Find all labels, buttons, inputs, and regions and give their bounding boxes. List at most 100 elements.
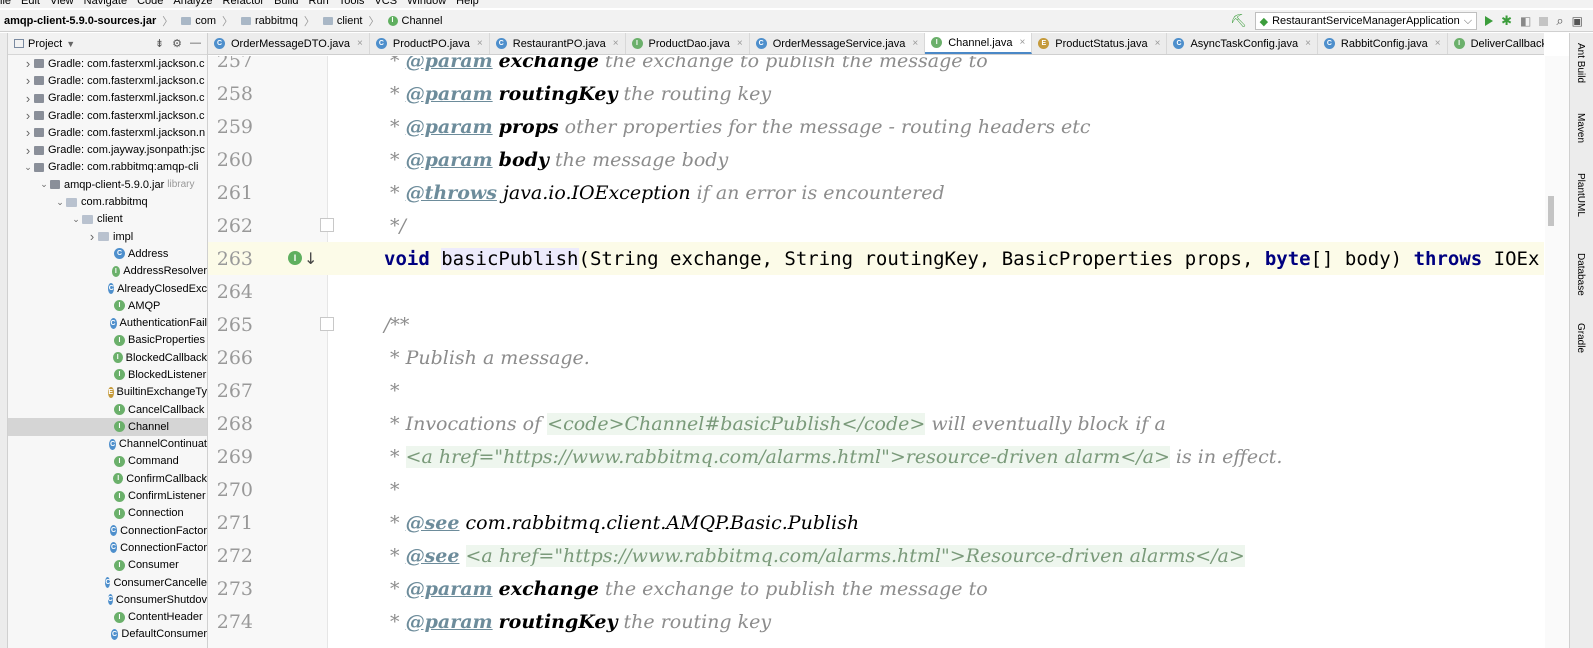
tree-item[interactable]: › Gradle: com.fasterxml.jackson.c — [8, 90, 207, 107]
menu-item-help[interactable]: Help — [456, 0, 479, 8]
code-line[interactable]: 259 * @param props other properties for … — [208, 110, 1544, 143]
tree-item[interactable]: I AMQP — [8, 297, 207, 314]
tree-item[interactable]: I Consumer — [8, 557, 207, 574]
chevron-down-icon[interactable]: ⌄ — [70, 214, 82, 225]
tool-window-database[interactable]: Database — [1575, 253, 1586, 296]
tree-item[interactable]: I ConfirmCallback — [8, 470, 207, 487]
tab-restaurantpo[interactable]: C RestaurantPO.java × — [490, 33, 626, 54]
close-icon[interactable]: × — [1435, 38, 1441, 49]
gear-icon[interactable]: ⚙ — [172, 37, 182, 50]
chevron-right-icon[interactable]: › — [22, 108, 34, 123]
tree-item[interactable]: C AuthenticationFail — [8, 314, 207, 331]
tree-item[interactable]: I BlockedListener — [8, 366, 207, 383]
tree-item[interactable]: ⌄ com.rabbitmq — [8, 193, 207, 210]
tree-item[interactable]: C Address — [8, 245, 207, 262]
chevron-right-icon[interactable]: › — [22, 91, 34, 106]
tree-item[interactable]: › impl — [8, 228, 207, 245]
tree-item[interactable]: ⌄ amqp-client-5.9.0.jar library — [8, 176, 207, 193]
tree-item[interactable]: I CancelCallback — [8, 401, 207, 418]
tree-item[interactable]: C ConsumerCancelle — [8, 574, 207, 591]
tree-item[interactable]: I ContentHeader — [8, 609, 207, 626]
chevron-right-icon[interactable]: › — [86, 229, 98, 244]
close-icon[interactable]: × — [737, 38, 743, 49]
close-icon[interactable]: × — [613, 38, 619, 49]
menu-item-navigate[interactable]: Navigate — [84, 0, 127, 8]
code-line[interactable]: 260 * @param body the message body — [208, 143, 1544, 176]
editor-scrollbar[interactable] — [1545, 56, 1569, 648]
collapse-all-icon[interactable]: ⇟ — [155, 37, 164, 50]
code-line[interactable]: 265 /** — [208, 308, 1544, 341]
chevron-right-icon[interactable]: › — [22, 125, 34, 140]
close-icon[interactable]: × — [477, 38, 483, 49]
code-line[interactable]: 274 * @param routingKey the routing key — [208, 605, 1544, 638]
menu-item-view[interactable]: View — [50, 0, 74, 8]
code-line[interactable]: 263 I ↓ void basicPublish(String exchange, … — [208, 242, 1544, 275]
tree-item[interactable]: › Gradle: com.jayway.jsonpath:jsc — [8, 141, 207, 158]
chevron-down-icon[interactable]: ⌄ — [22, 162, 34, 173]
code-editor[interactable]: 257 * @param exchange the exchange to pu… — [208, 56, 1544, 648]
tool-window-ant-build[interactable]: Ant Build — [1575, 43, 1586, 83]
chevron-right-icon[interactable]: › — [22, 143, 34, 158]
menu-item-build[interactable]: Build — [274, 0, 298, 8]
code-line[interactable]: 262 */ — [208, 209, 1544, 242]
tab-channel[interactable]: I Channel.java × — [925, 33, 1033, 54]
tree-item[interactable]: › Gradle: com.fasterxml.jackson.c — [8, 72, 207, 89]
tab-ordermessageservice[interactable]: C OrderMessageService.java × — [750, 33, 926, 54]
tree-item[interactable]: C ConnectionFactor — [8, 522, 207, 539]
code-line[interactable]: 268 * Invocations of <code>Channel#basic… — [208, 407, 1544, 440]
menu-item-tools[interactable]: Tools — [339, 0, 365, 8]
code-line[interactable]: 267 * — [208, 374, 1544, 407]
tab-delivercallback[interactable]: IDeliverCallback.java× — [1448, 33, 1544, 54]
breadcrumb-jar[interactable]: amqp-client-5.9.0-sources.jar 〉 — [0, 13, 177, 29]
tree-item[interactable]: › Gradle: com.fasterxml.jackson.c — [8, 55, 207, 72]
run-icon[interactable] — [1485, 16, 1494, 26]
code-line[interactable]: 271 * @see com.rabbitmq.client.AMQP.Basi… — [208, 506, 1544, 539]
fold-marker-icon[interactable] — [320, 218, 334, 232]
code-line[interactable]: 266 * Publish a message. — [208, 341, 1544, 374]
menu-item-refactor[interactable]: Refactor — [223, 0, 265, 8]
code-line[interactable]: 273 * @param exchange the exchange to pu… — [208, 572, 1544, 605]
run-configuration-select[interactable]: ◆ RestaurantServiceManagerApplication ⌵ — [1254, 12, 1478, 30]
tree-item[interactable]: I Command — [8, 453, 207, 470]
tree-item[interactable]: C AlreadyClosedExc — [8, 280, 207, 297]
tree-item[interactable]: ⌄ client — [8, 211, 207, 228]
code-line[interactable]: 272 * @see <a href="https://www.rabbitmq… — [208, 539, 1544, 572]
tab-productpo[interactable]: C ProductPO.java × — [370, 33, 490, 54]
menu-item-edit[interactable]: Edit — [21, 0, 40, 8]
tree-item[interactable]: C ChannelContinuat — [8, 436, 207, 453]
coverage-icon[interactable]: ◧ — [1520, 14, 1531, 28]
search-icon[interactable]: ⌕ — [1556, 13, 1563, 29]
project-panel-title[interactable]: Project — [28, 38, 62, 50]
breadcrumb-client[interactable]: client 〉 — [319, 13, 384, 29]
tree-item[interactable]: › Gradle: com.fasterxml.jackson.c — [8, 107, 207, 124]
code-line[interactable]: 269 * <a href="https://www.rabbitmq.com/… — [208, 440, 1544, 473]
debug-icon[interactable]: ✱ — [1501, 13, 1512, 29]
chevron-right-icon[interactable]: › — [22, 56, 34, 71]
settings-icon[interactable]: ▣ — [1572, 14, 1583, 28]
menu-item-ile[interactable]: ile — [0, 0, 11, 8]
tree-item[interactable]: I Connection — [8, 505, 207, 522]
tab-ordermessagedto[interactable]: C OrderMessageDTO.java × — [208, 33, 370, 54]
implementation-icon[interactable]: I — [288, 251, 302, 265]
fold-marker-icon[interactable] — [320, 317, 334, 331]
breadcrumb-rabbitmq[interactable]: rabbitmq 〉 — [237, 13, 319, 29]
code-line[interactable]: 258 * @param routingKey the routing key — [208, 77, 1544, 110]
code-line[interactable]: 264 — [208, 275, 1544, 308]
close-icon[interactable]: × — [1019, 37, 1025, 48]
menu-item-vcs[interactable]: VCS — [374, 0, 397, 8]
close-icon[interactable]: × — [1155, 38, 1161, 49]
tab-productstatus[interactable]: E ProductStatus.java × — [1032, 33, 1168, 54]
tab-rabbitconfig[interactable]: C RabbitConfig.java × — [1318, 33, 1448, 54]
tree-item[interactable]: ⌄ Gradle: com.rabbitmq:amqp-cli — [8, 159, 207, 176]
code-line[interactable]: 257 * @param exchange the exchange to pu… — [208, 56, 1544, 77]
build-icon[interactable]: ⛏ — [1230, 13, 1247, 29]
close-icon[interactable]: × — [1305, 38, 1311, 49]
menu-item-code[interactable]: Code — [137, 0, 163, 8]
code-line[interactable]: 270 * — [208, 473, 1544, 506]
close-icon[interactable]: × — [357, 38, 363, 49]
scrollbar-thumb[interactable] — [1548, 196, 1554, 226]
chevron-down-icon[interactable]: ▼ — [66, 39, 75, 49]
chevron-down-icon[interactable]: ⌄ — [38, 179, 50, 190]
tree-item[interactable]: C ConsumerShutdov — [8, 591, 207, 608]
tool-window-maven[interactable]: Maven — [1575, 113, 1586, 143]
